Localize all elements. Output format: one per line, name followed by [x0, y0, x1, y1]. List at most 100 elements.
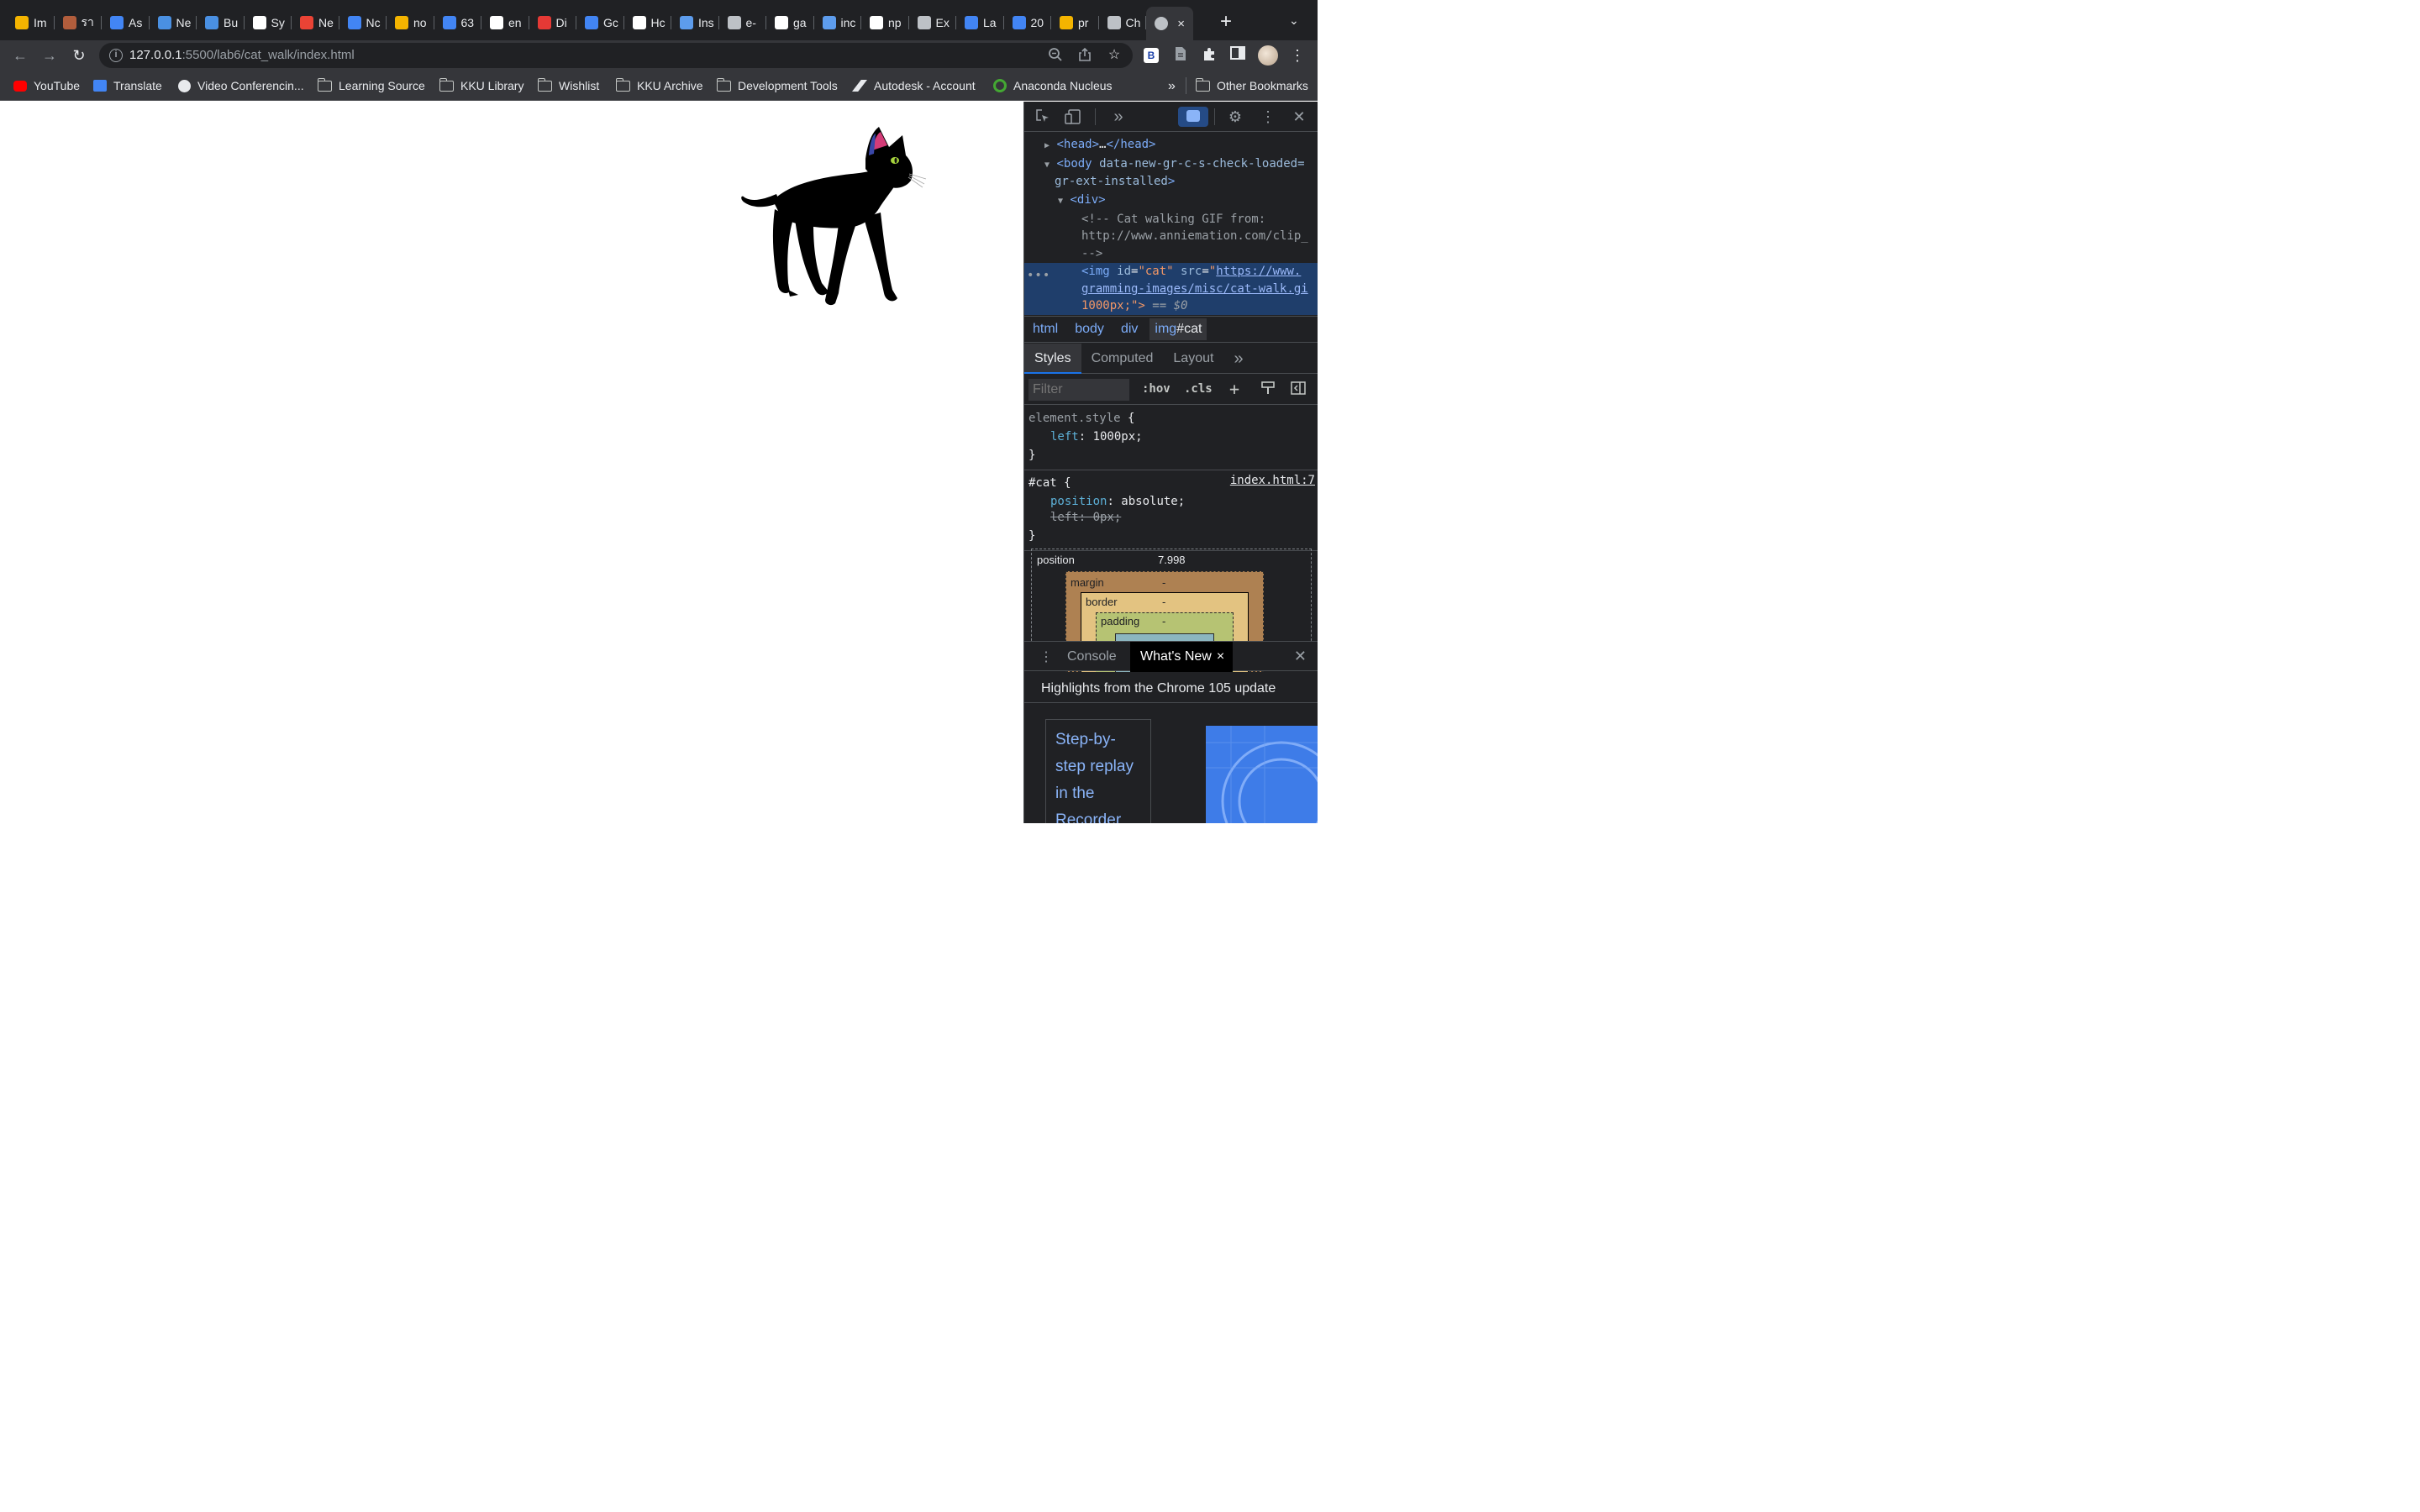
- bookmark-item[interactable]: YouTube: [13, 79, 80, 92]
- extension-b-icon[interactable]: B: [1144, 48, 1159, 63]
- margin-value[interactable]: -: [1162, 576, 1165, 589]
- other-bookmarks[interactable]: Other Bookmarks: [1195, 77, 1308, 92]
- browser-tab[interactable]: pr: [1051, 8, 1099, 37]
- breadcrumb-html[interactable]: html: [1033, 322, 1058, 337]
- more-panes-chevron-icon[interactable]: »: [1223, 344, 1253, 374]
- border-value[interactable]: -: [1162, 596, 1165, 608]
- color-format-icon[interactable]: [1260, 381, 1276, 399]
- breadcrumb-div[interactable]: div: [1121, 322, 1138, 337]
- tab-layout[interactable]: Layout: [1163, 344, 1223, 374]
- img-src-link[interactable]: https://www.: [1216, 265, 1301, 278]
- browser-tab[interactable]: np: [861, 8, 909, 37]
- hover-state-toggle[interactable]: :hov: [1142, 382, 1171, 396]
- browser-tab[interactable]: As: [102, 8, 150, 37]
- browser-tab[interactable]: Sy: [245, 8, 292, 37]
- css-property-position[interactable]: position: [1050, 495, 1107, 508]
- browser-tab[interactable]: Ne: [292, 8, 339, 37]
- padding-value[interactable]: -: [1162, 615, 1165, 627]
- browser-tab[interactable]: Di: [529, 8, 576, 37]
- element-style-rule[interactable]: element.style { left: 1000px; }: [1024, 406, 1318, 470]
- share-icon[interactable]: [1076, 47, 1093, 64]
- close-drawer-icon[interactable]: ✕: [1294, 648, 1307, 665]
- position-top-value[interactable]: 7.998: [1158, 554, 1186, 566]
- browser-tab[interactable]: inc: [814, 8, 861, 37]
- browser-tab[interactable]: 20: [1004, 8, 1051, 37]
- browser-tab[interactable]: Gc: [576, 8, 624, 37]
- tree-node-div[interactable]: ▼ <div>: [1058, 193, 1106, 207]
- url-text[interactable]: 127.0.0.1:5500/lab6/cat_walk/index.html: [129, 48, 355, 62]
- device-toolbar-icon[interactable]: [1065, 108, 1081, 125]
- browser-tab[interactable]: no: [387, 8, 434, 37]
- bookmark-item[interactable]: Translate: [93, 79, 162, 92]
- bookmark-star-icon[interactable]: ☆: [1106, 47, 1123, 64]
- site-info-icon[interactable]: i: [109, 49, 123, 62]
- issues-chat-icon[interactable]: [1178, 107, 1208, 127]
- browser-tab[interactable]: Im: [7, 8, 55, 37]
- bookmark-item[interactable]: KKU Archive: [615, 77, 703, 92]
- browser-tab[interactable]: Ch: [1099, 8, 1146, 37]
- styles-filter-input[interactable]: [1028, 379, 1129, 401]
- breadcrumb-body[interactable]: body: [1075, 322, 1104, 337]
- browser-menu-icon[interactable]: ⋮: [1288, 46, 1307, 65]
- active-browser-tab[interactable]: ×: [1146, 7, 1193, 40]
- expanded-triangle-icon[interactable]: ▼: [1058, 197, 1063, 206]
- browser-tab[interactable]: ga: [766, 8, 814, 37]
- rule-source-link[interactable]: index.html:7: [1230, 474, 1315, 487]
- close-devtools-icon[interactable]: ✕: [1291, 108, 1307, 125]
- expanded-triangle-icon[interactable]: ▼: [1044, 160, 1050, 170]
- side-panel-icon[interactable]: [1228, 46, 1247, 65]
- bookmark-item[interactable]: Autodesk - Account: [852, 79, 976, 92]
- tab-whats-new[interactable]: What's New ×: [1130, 642, 1234, 672]
- browser-tab[interactable]: en: [481, 8, 529, 37]
- reload-icon[interactable]: ↻: [67, 44, 91, 67]
- class-toggle[interactable]: .cls: [1184, 382, 1213, 396]
- zoom-icon[interactable]: [1047, 47, 1064, 64]
- tree-node-body[interactable]: ▼ <body data-new-gr-c-s-check-loaded=: [1044, 157, 1305, 171]
- settings-gear-icon[interactable]: ⚙: [1227, 108, 1244, 125]
- bookmark-item[interactable]: Development Tools: [716, 77, 838, 92]
- close-tab-icon[interactable]: ×: [1177, 17, 1185, 31]
- tab-computed[interactable]: Computed: [1081, 344, 1164, 374]
- new-style-rule-icon[interactable]: +: [1229, 379, 1239, 399]
- browser-tab[interactable]: La: [956, 8, 1004, 37]
- css-property-left[interactable]: left: [1050, 430, 1079, 444]
- node-actions-dots[interactable]: •••: [1027, 269, 1050, 282]
- inspect-element-icon[interactable]: [1034, 108, 1051, 125]
- browser-tab[interactable]: Nc: [339, 8, 387, 37]
- new-tab-button[interactable]: +: [1215, 12, 1237, 34]
- tab-console[interactable]: Console: [1067, 649, 1117, 664]
- img-src-link-cont[interactable]: gramming-images/misc/cat-walk.gi: [1081, 282, 1308, 296]
- cat-style-rule[interactable]: index.html:7 #cat { position: absolute; …: [1024, 470, 1318, 551]
- collapsed-triangle-icon[interactable]: ▶: [1044, 141, 1050, 150]
- tab-styles[interactable]: Styles: [1024, 343, 1081, 374]
- bookmark-item[interactable]: Learning Source: [317, 77, 425, 92]
- browser-tab[interactable]: Ne: [150, 8, 197, 37]
- drawer-menu-icon[interactable]: ⋮: [1039, 648, 1053, 665]
- browser-tab[interactable]: Ex: [909, 8, 956, 37]
- devtools-menu-icon[interactable]: ⋮: [1260, 108, 1276, 125]
- bookmarks-overflow-button[interactable]: »: [1168, 79, 1176, 94]
- feature-card-link[interactable]: Step-by-step replay in the Recorder: [1045, 719, 1151, 823]
- overridden-left-declaration[interactable]: left: 0px;: [1050, 511, 1121, 524]
- extensions-puzzle-icon[interactable]: [1200, 46, 1218, 65]
- toggle-sidebar-icon[interactable]: [1291, 381, 1306, 399]
- browser-tab[interactable]: Hc: [624, 8, 671, 37]
- tree-node-img[interactable]: <img id="cat" src="https://www.: [1081, 265, 1301, 278]
- css-value-left[interactable]: 1000px;: [1093, 430, 1143, 444]
- close-tab-icon[interactable]: ×: [1217, 649, 1224, 664]
- tree-node-head[interactable]: ▶ <head>…</head>: [1044, 138, 1156, 151]
- bookmark-item[interactable]: Video Conferencin...: [178, 79, 304, 92]
- css-value-position[interactable]: absolute;: [1121, 495, 1185, 508]
- more-tabs-chevron-icon[interactable]: »: [1110, 108, 1127, 125]
- bookmark-item[interactable]: Anaconda Nucleus: [993, 79, 1113, 92]
- browser-tab[interactable]: Bu: [197, 8, 245, 37]
- back-arrow-icon[interactable]: ←: [8, 44, 32, 67]
- reader-mode-icon[interactable]: [1171, 46, 1190, 65]
- breadcrumb-img-cat[interactable]: img#cat: [1150, 318, 1207, 340]
- address-bar[interactable]: i 127.0.0.1:5500/lab6/cat_walk/index.htm…: [99, 43, 1133, 68]
- bookmark-item[interactable]: Wishlist: [537, 77, 599, 92]
- tab-search-chevron-icon[interactable]: ⌄: [1289, 13, 1299, 28]
- browser-tab[interactable]: รา: [55, 8, 102, 37]
- forward-arrow-icon[interactable]: →: [38, 44, 61, 67]
- bookmark-item[interactable]: KKU Library: [439, 77, 523, 92]
